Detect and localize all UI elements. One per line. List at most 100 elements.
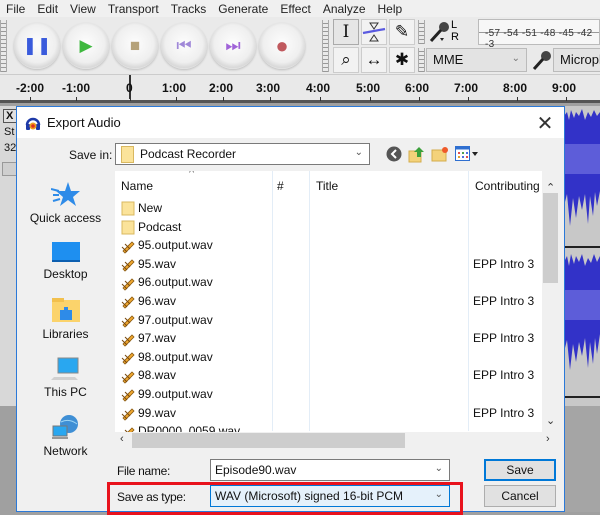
multi-tool-button[interactable]: ✱ <box>389 47 415 73</box>
menu-transport[interactable]: Transport <box>102 0 165 17</box>
folder-icon <box>121 201 135 216</box>
place-network[interactable]: Network <box>25 414 106 458</box>
ruler-tick-label: 7:00 <box>454 81 479 95</box>
file-name-value: Episode90.wav <box>215 463 297 477</box>
file-list-item[interactable]: 95.output.wav <box>121 236 213 254</box>
toolbar-grip[interactable] <box>418 20 425 44</box>
file-list-item[interactable]: 97.wav <box>121 329 176 347</box>
record-meter-button[interactable] <box>428 20 452 48</box>
desktop-icon <box>51 242 80 262</box>
place-libraries[interactable]: Libraries <box>25 297 106 341</box>
ruler-tick <box>566 97 567 101</box>
menu-help[interactable]: Help <box>372 0 409 17</box>
toolbar-grip[interactable] <box>418 48 425 72</box>
file-list-item[interactable]: 95.wav <box>121 255 176 273</box>
audio-host-select[interactable]: MME ⌄ <box>426 48 527 72</box>
skip-to-start-button[interactable]: ⏮ <box>161 23 207 69</box>
column-header-title[interactable]: Title <box>316 179 338 193</box>
file-name-combobox[interactable]: Episode90.wav ⌄ <box>210 459 450 481</box>
recording-device-select[interactable]: Microph <box>553 48 600 72</box>
horizontal-scroll-thumb[interactable] <box>132 433 405 448</box>
dialog-title: Export Audio <box>47 115 121 130</box>
file-list-item[interactable]: 98.wav <box>121 366 176 384</box>
menu-file[interactable]: File <box>0 0 31 17</box>
folder-icon <box>121 146 134 163</box>
audio-file-icon <box>121 296 135 309</box>
place-quick-access[interactable]: Quick access <box>25 181 106 225</box>
envelope-icon <box>362 22 386 42</box>
file-list[interactable]: ^ Name # Title Contributing New Podcast 95… <box>115 171 542 447</box>
waveform-area[interactable] <box>564 106 600 406</box>
toolbar-grip[interactable] <box>322 20 329 72</box>
file-name: New <box>138 201 163 215</box>
vertical-scroll-thumb[interactable] <box>543 193 558 283</box>
menu-generate[interactable]: Generate <box>212 0 274 17</box>
file-list-item[interactable]: 99.wav <box>121 404 176 422</box>
new-folder-icon[interactable] <box>431 145 449 163</box>
recording-meter[interactable]: -57 -54 -51 -48 -45 -42 -3 <box>478 19 600 50</box>
draw-tool-button[interactable]: ✎ <box>389 19 415 45</box>
skip-to-end-button[interactable]: ⏭ <box>210 23 256 69</box>
ruler-tick <box>419 97 420 101</box>
column-header-contributing[interactable]: Contributing <box>475 179 540 193</box>
file-list-item[interactable]: 96.output.wav <box>121 273 213 291</box>
file-name: 95.output.wav <box>138 238 213 253</box>
up-folder-icon[interactable] <box>408 145 426 163</box>
time-shift-tool-button[interactable]: ↔ <box>361 47 387 73</box>
dialog-titlebar[interactable]: Export Audio ✕ <box>17 107 564 138</box>
place-desktop[interactable]: Desktop <box>25 241 106 281</box>
scroll-right-icon[interactable]: › <box>546 433 550 445</box>
place-label: Network <box>43 444 88 458</box>
timeline-ruler[interactable]: -2:00 -1:00 0 1:00 2:00 3:00 4:00 5:00 6:00 7:00 8… <box>0 75 600 103</box>
meter-right-label: R <box>451 31 459 43</box>
menu-effect[interactable]: Effect <box>274 0 316 17</box>
place-this-pc[interactable]: This PC <box>25 357 106 399</box>
file-contributing-artist: EPP Intro 3 <box>473 256 535 271</box>
scroll-left-icon[interactable]: ‹ <box>120 433 124 445</box>
toolbar-grip[interactable] <box>0 20 7 72</box>
file-name-label: File name: <box>117 464 171 478</box>
asterisk-icon: ✱ <box>394 50 410 69</box>
pause-button[interactable]: ❚❚ <box>14 23 60 69</box>
record-icon: ● <box>275 33 289 58</box>
file-list-item[interactable]: 99.output.wav <box>121 385 213 403</box>
view-menu-icon[interactable] <box>455 146 479 162</box>
skip-to-end-icon: ⏭ <box>225 36 241 55</box>
column-header-name[interactable]: Name <box>121 179 153 193</box>
close-button[interactable]: ✕ <box>534 111 556 136</box>
envelope-tool-button[interactable] <box>361 19 387 45</box>
ruler-tick-label: 9:00 <box>552 81 577 95</box>
menu-edit[interactable]: Edit <box>31 0 64 17</box>
menu-view[interactable]: View <box>64 0 102 17</box>
save-in-combobox[interactable]: Podcast Recorder ⌄ <box>115 143 370 165</box>
file-list-item[interactable]: New <box>121 199 162 217</box>
file-list-item[interactable]: 98.output.wav <box>121 348 213 366</box>
selection-tool-button[interactable]: I <box>333 19 359 45</box>
column-header-number[interactable]: # <box>277 179 284 193</box>
audio-file-icon <box>121 315 135 328</box>
ruler-tick-label: -2:00 <box>16 81 45 95</box>
file-list-item[interactable]: 96.wav <box>121 292 176 310</box>
file-list-item[interactable]: 97.output.wav <box>121 311 213 329</box>
menu-analyze[interactable]: Analyze <box>317 0 372 17</box>
stop-button[interactable]: ■ <box>112 23 158 69</box>
save-button[interactable]: Save <box>484 459 556 481</box>
zoom-tool-button[interactable]: ⌕ <box>333 47 359 73</box>
highlight-box <box>107 482 463 515</box>
menu-tracks[interactable]: Tracks <box>165 0 213 17</box>
file-contributing-artist: EPP Intro 3 <box>473 331 535 346</box>
back-icon[interactable] <box>386 146 402 162</box>
save-in-label: Save in: <box>69 148 113 162</box>
ruler-tick-label: 6:00 <box>405 81 430 95</box>
play-button[interactable]: ▶ <box>63 23 109 69</box>
scroll-down-icon[interactable]: ⌄ <box>546 414 555 427</box>
file-contributing-artist: EPP Intro 3 <box>473 405 535 420</box>
cancel-button[interactable]: Cancel <box>484 485 556 507</box>
star-icon <box>50 182 80 206</box>
horizontal-scrollbar[interactable]: ‹ › <box>115 432 559 449</box>
file-contributing-artist: EPP Intro 3 <box>473 294 535 308</box>
file-name: 96.output.wav <box>138 275 213 290</box>
record-button[interactable]: ● <box>259 23 305 69</box>
vertical-scrollbar[interactable]: ⌃ ⌄ <box>542 171 559 447</box>
file-list-item[interactable]: Podcast <box>121 218 181 236</box>
